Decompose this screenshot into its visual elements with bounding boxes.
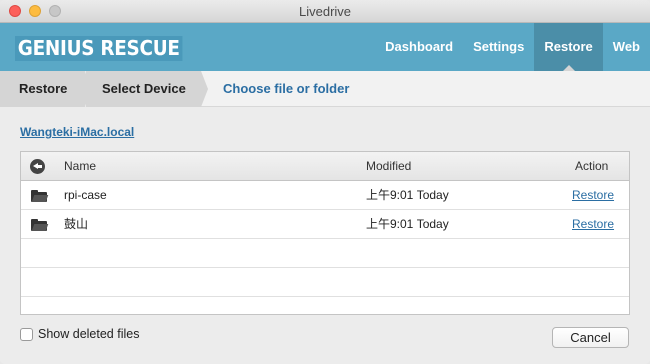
table-row[interactable]: rpi-case 上午9:01 Today Restore bbox=[21, 181, 629, 210]
breadcrumb: Restore Select Device Choose file or fol… bbox=[0, 71, 650, 107]
breadcrumb-step-select-device[interactable]: Select Device bbox=[86, 71, 201, 107]
show-deleted-toggle[interactable]: Show deleted files bbox=[20, 327, 139, 341]
cancel-button[interactable]: Cancel bbox=[552, 327, 629, 348]
app-header: GENIUS RESCUE Dashboard Settings Restore… bbox=[0, 23, 650, 71]
main-content: Wangteki-iMac.local Name Modified Action… bbox=[0, 108, 650, 364]
nav-dashboard[interactable]: Dashboard bbox=[375, 23, 463, 71]
column-header-name[interactable]: Name bbox=[64, 152, 96, 180]
show-deleted-label: Show deleted files bbox=[38, 327, 140, 341]
column-header-action: Action bbox=[575, 159, 609, 173]
maximize-window-button[interactable] bbox=[49, 5, 61, 17]
restore-link[interactable]: Restore bbox=[572, 210, 614, 239]
device-link[interactable]: Wangteki-iMac.local bbox=[20, 125, 134, 139]
empty-row bbox=[21, 268, 629, 297]
folder-icon bbox=[31, 190, 49, 202]
file-modified: 上午9:01 Today bbox=[366, 188, 449, 202]
main-nav: Dashboard Settings Restore Web bbox=[375, 23, 650, 71]
nav-restore[interactable]: Restore bbox=[534, 23, 603, 71]
title-bar[interactable]: Livedrive bbox=[0, 0, 650, 23]
file-modified: 上午9:01 Today bbox=[366, 217, 449, 231]
back-arrow-icon[interactable] bbox=[30, 159, 45, 174]
close-window-button[interactable] bbox=[9, 5, 21, 17]
empty-row bbox=[21, 297, 629, 326]
minimize-window-button[interactable] bbox=[29, 5, 41, 17]
table-header: Name Modified Action bbox=[21, 152, 629, 181]
window-title: Livedrive bbox=[298, 4, 352, 19]
app-logo: GENIUS RESCUE bbox=[15, 36, 183, 61]
show-deleted-checkbox[interactable] bbox=[20, 327, 33, 341]
table-row[interactable]: 鼓山 上午9:01 Today Restore bbox=[21, 210, 629, 239]
column-header-modified[interactable]: Modified bbox=[366, 152, 411, 180]
breadcrumb-step-restore[interactable]: Restore bbox=[0, 71, 86, 107]
nav-web[interactable]: Web bbox=[603, 23, 650, 71]
file-name: rpi-case bbox=[64, 188, 107, 202]
breadcrumb-step-choose-file: Choose file or folder bbox=[223, 81, 350, 96]
file-table: Name Modified Action rpi-case 上午9:01 Tod… bbox=[20, 151, 630, 315]
empty-row bbox=[21, 239, 629, 268]
file-name: 鼓山 bbox=[64, 217, 89, 231]
restore-link[interactable]: Restore bbox=[572, 181, 614, 210]
app-window: Livedrive GENIUS RESCUE Dashboard Settin… bbox=[0, 0, 650, 364]
nav-settings[interactable]: Settings bbox=[463, 23, 534, 71]
folder-icon bbox=[31, 219, 49, 231]
